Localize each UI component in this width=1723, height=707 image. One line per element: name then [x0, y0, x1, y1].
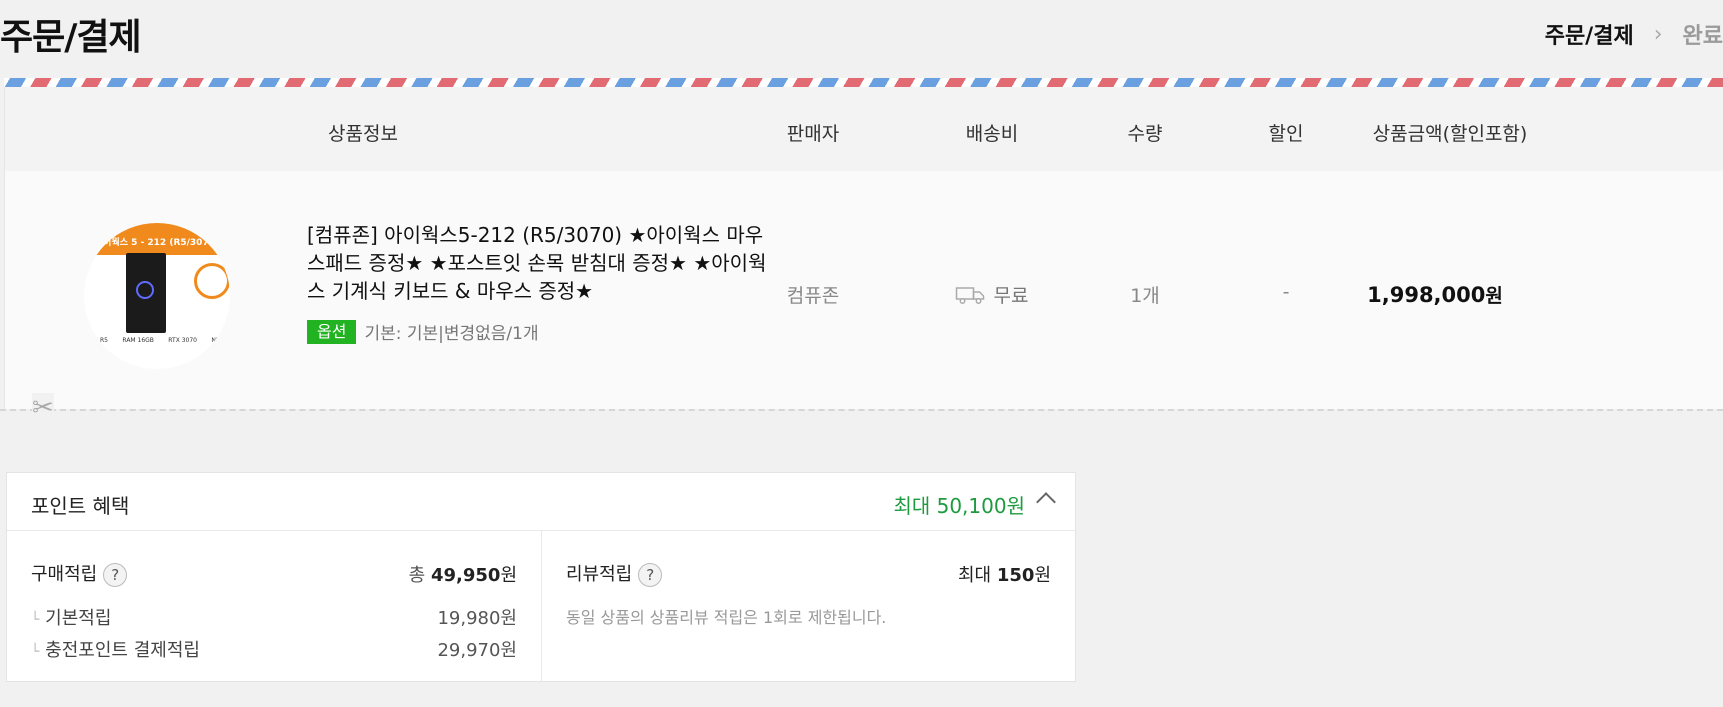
point-benefits-title: 포인트 혜택: [31, 494, 130, 518]
product-option: 옵션 기본: 기본|변경없음/1개: [307, 319, 539, 344]
shipping-cell: 무료: [955, 281, 1029, 308]
review-points-summary: 리뷰적립? 최대 150원: [566, 560, 1051, 587]
help-icon[interactable]: ?: [638, 563, 663, 587]
purchase-points-summary: 구매적립? 총 49,950원: [31, 560, 517, 587]
gift-badge-icon: [194, 263, 230, 299]
col-quantity: 수량: [1127, 123, 1163, 145]
review-points-note: 동일 상품의 상품리뷰 적립은 1회로 제한됩니다.: [566, 608, 887, 627]
table-row: 아이웍스 5 - 212 (R5/3070) R5 RAM 16GB RTX 3…: [5, 171, 1723, 409]
list-item: └ 충전포인트 결제적립 29,970원: [31, 636, 517, 662]
review-points-label: 리뷰적립: [566, 564, 633, 585]
step-complete: 완료: [1682, 24, 1723, 49]
charge-points-value: 29,970원: [437, 640, 517, 661]
spec-cpu: R5: [100, 337, 108, 344]
sub-item-icon: └: [31, 644, 40, 660]
sub-item-icon: └: [31, 612, 40, 628]
quantity: 1개: [1130, 285, 1160, 307]
purchase-points-total: 49,950: [430, 564, 501, 586]
spec-storage: NV: [211, 337, 220, 344]
point-benefits-header[interactable]: 포인트 혜택 최대 50,100원: [7, 473, 1075, 531]
purchase-points-label: 구매적립: [31, 564, 98, 585]
review-points-max: 150: [996, 564, 1035, 586]
basic-points-label: 기본적립: [45, 608, 112, 629]
thumbnail-band: 아이웍스 5 - 212 (R5/3070): [84, 223, 230, 255]
thumbnail-specs: R5 RAM 16GB RTX 3070 NV: [100, 337, 220, 344]
price-number: 1,998,000: [1367, 283, 1486, 307]
price-unit: 원: [1485, 285, 1503, 307]
scissors-icon: ✂: [32, 393, 54, 423]
item-price: 1,998,000원: [1367, 281, 1503, 308]
order-table: 상품정보 판매자 배송비 수량 할인 상품금액(할인포함) 아이웍스 5 - 2…: [4, 87, 1723, 409]
col-product-info: 상품정보: [328, 123, 398, 145]
step-order-payment: 주문/결제: [1544, 24, 1634, 49]
table-header: 상품정보 판매자 배송비 수량 할인 상품금액(할인포함): [5, 87, 1723, 171]
chevron-right-icon: ›: [1653, 21, 1663, 47]
truck-icon: [955, 286, 985, 304]
point-max-total: 최대 50,100원: [893, 494, 1025, 518]
discount: -: [1282, 281, 1290, 303]
pc-case-image: [126, 253, 166, 333]
col-seller: 판매자: [786, 123, 840, 145]
col-shipping: 배송비: [965, 123, 1019, 145]
review-points-unit: 원: [1034, 564, 1051, 586]
option-badge: 옵션: [307, 319, 357, 344]
help-icon[interactable]: ?: [103, 563, 128, 587]
cut-line: [0, 409, 1723, 411]
airmail-stripe: [4, 78, 1723, 87]
basic-points-value: 19,980원: [437, 608, 517, 629]
page-title: 주문/결제: [0, 17, 142, 58]
purchase-points-unit: 원: [500, 564, 517, 586]
list-item: └ 기본적립 19,980원: [31, 604, 517, 630]
charge-points-label: 충전포인트 결제적립: [45, 640, 200, 661]
chevron-up-icon[interactable]: [1036, 492, 1056, 512]
purchase-points: 구매적립? 총 49,950원 └ 기본적립 19,980원 └ 충전포인트 결…: [7, 530, 542, 681]
seller-name: 컴퓨존: [786, 285, 840, 307]
option-text: 기본: 기본|변경없음/1개: [364, 324, 539, 344]
shipping-fee: 무료: [993, 285, 1029, 307]
product-name[interactable]: [컴퓨존] 아이웍스5-212 (R5/3070) ★아이웍스 마우스패드 증정…: [307, 221, 777, 305]
spec-ram: RAM 16GB: [122, 337, 154, 344]
total-prefix: 총: [408, 564, 426, 586]
max-prefix: 최대: [958, 564, 992, 586]
checkout-steps: 주문/결제 › 완료: [1545, 18, 1723, 50]
col-discount: 할인: [1268, 123, 1304, 145]
review-points: 리뷰적립? 최대 150원 동일 상품의 상품리뷰 적립은 1회로 제한됩니다.: [542, 530, 1075, 681]
product-thumbnail[interactable]: 아이웍스 5 - 212 (R5/3070) R5 RAM 16GB RTX 3…: [84, 223, 230, 369]
col-price: 상품금액(할인포함): [1372, 123, 1528, 145]
spec-gpu: RTX 3070: [168, 337, 197, 344]
point-benefits-panel: 포인트 혜택 최대 50,100원 구매적립? 총 49,950원 └ 기본적립…: [6, 472, 1076, 682]
